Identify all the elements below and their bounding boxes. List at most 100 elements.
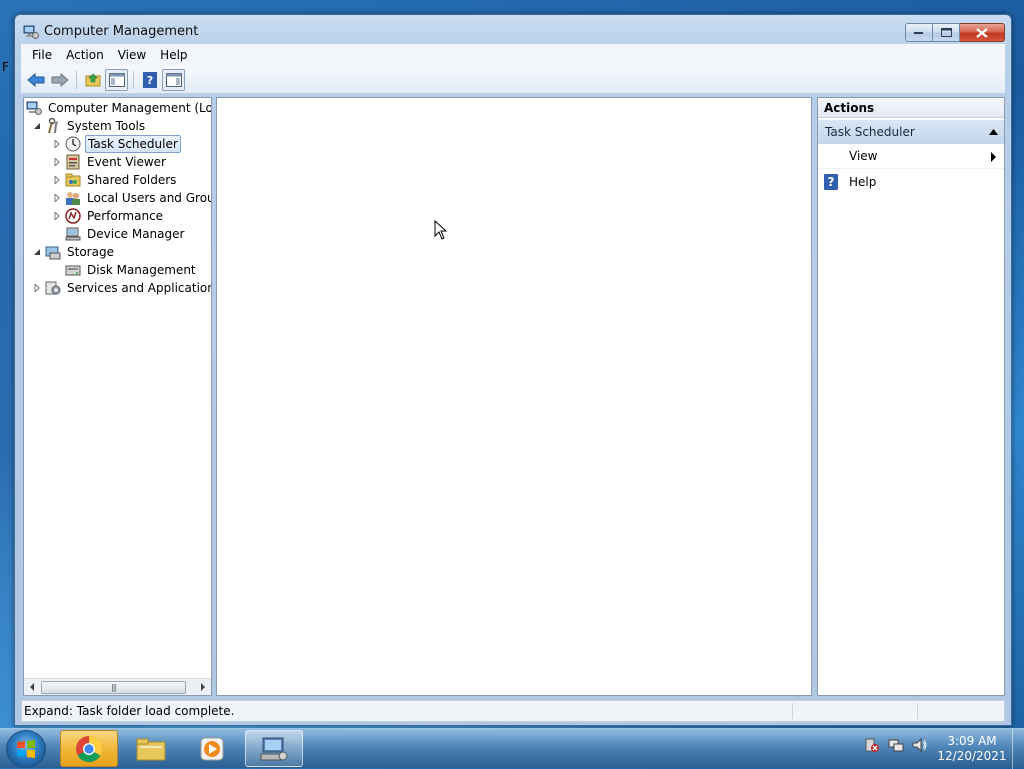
taskbar-clock[interactable]: 3:09 AM 12/20/2021 [936,734,1008,764]
minimize-icon [914,31,923,34]
taskbar-media-player[interactable] [183,730,241,767]
shared-folder-icon [65,172,81,188]
tree-label: Disk Management [87,263,196,277]
computer-management-window: Computer Management File Action View Hel… [14,14,1012,726]
tree-node-local-users[interactable]: Local Users and Groups [52,189,211,207]
status-divider [917,703,918,719]
taskbar-chrome[interactable] [60,730,118,767]
menu-bar: File Action View Help [21,44,1005,66]
maximize-icon [940,28,952,37]
menu-file[interactable]: File [25,48,59,62]
start-button[interactable] [6,730,46,768]
media-player-icon [200,737,224,760]
svg-text:?: ? [146,74,152,87]
submenu-arrow-icon [991,152,996,162]
tree-node-system-tools[interactable]: System Tools [32,117,147,135]
computer-management-icon [260,737,288,760]
minimize-button[interactable] [905,23,933,42]
scrollbar-thumb[interactable]: ||| [41,681,186,694]
expand-triangle-icon[interactable] [32,283,42,293]
toolbar: ? [21,66,1005,94]
tree-label: Shared Folders [87,173,177,187]
menu-view[interactable]: View [111,48,153,62]
status-bar: Expand: Task folder load complete. [21,700,1005,722]
action-label: View [849,149,878,163]
services-icon [45,280,61,296]
show-hide-action-pane-button[interactable] [162,68,185,91]
tree-node-computer-management[interactable]: Computer Management (Local [26,99,212,117]
expand-triangle-icon[interactable] [52,193,62,203]
clock-time: 3:09 AM [947,734,997,748]
collapse-triangle-icon[interactable] [32,121,42,131]
caption-buttons [905,23,1005,42]
close-button[interactable] [960,23,1005,42]
tree-label: System Tools [67,119,146,133]
tree-label: Device Manager [87,227,185,241]
tree-node-event-viewer[interactable]: Event Viewer [52,153,168,171]
help-button[interactable]: ? [138,69,161,91]
console-tree-icon [108,72,125,87]
maximize-button[interactable] [933,23,960,42]
tree-node-storage[interactable]: Storage [32,243,116,261]
action-label: Help [849,174,877,189]
status-text: Task folder load complete. [76,704,235,718]
toolbar-separator [76,70,77,89]
expand-triangle-icon[interactable] [52,211,62,221]
tree-node-shared-folders[interactable]: Shared Folders [52,171,178,189]
horizontal-scrollbar[interactable]: ||| [24,678,211,695]
collapse-triangle-icon[interactable] [32,247,42,257]
up-one-level-button[interactable] [81,69,104,91]
scroll-right-button[interactable] [195,679,211,695]
action-view[interactable]: View [818,144,1004,169]
actions-section-task-scheduler[interactable]: Task Scheduler [818,120,1004,144]
menu-help[interactable]: Help [153,48,194,62]
tree-node-disk-management[interactable]: Disk Management [65,261,198,279]
status-divider [792,703,793,719]
tree-label: Local Users and Groups [87,191,211,205]
performance-icon [65,208,81,224]
tree-node-task-scheduler[interactable]: Task Scheduler [52,135,181,153]
users-icon [65,190,81,206]
back-button[interactable] [24,69,47,91]
taskbar-computer-management[interactable] [245,730,303,767]
system-tray [864,737,936,753]
console-tree[interactable]: Computer Management (Local System Tools … [23,97,212,696]
disk-management-icon [65,262,81,278]
expand-triangle-icon[interactable] [52,175,62,185]
close-icon [976,27,988,38]
taskbar-explorer[interactable] [122,730,180,767]
status-prefix: Expand: [24,704,73,718]
clock-date: 12/20/2021 [937,749,1007,763]
show-hide-console-tree-button[interactable] [105,68,128,91]
expand-triangle-icon[interactable] [52,139,62,149]
clock-icon [65,136,81,152]
forward-button[interactable] [48,69,71,91]
computer-management-icon [26,100,42,116]
device-manager-icon [65,226,81,242]
actions-section-label: Task Scheduler [825,125,915,139]
tree-label: Storage [67,245,114,259]
actions-pane: Actions Task Scheduler View ? Help [817,97,1005,696]
tree-label: Computer Management (Local [48,101,212,115]
event-viewer-icon [65,154,81,170]
scroll-left-button[interactable] [24,679,40,695]
desktop-edge-text: F [2,60,9,74]
menu-action[interactable]: Action [59,48,111,62]
show-desktop-button[interactable] [1012,729,1024,769]
network-icon[interactable] [888,737,904,753]
expand-triangle-icon[interactable] [52,157,62,167]
forward-arrow-icon [51,72,69,87]
collapse-up-icon[interactable] [989,129,998,135]
mouse-cursor-icon [434,220,448,240]
result-pane[interactable] [216,97,812,696]
tree-node-device-manager[interactable]: Device Manager [65,225,186,243]
windows-logo-icon [17,740,35,758]
tree-node-performance[interactable]: Performance [52,207,165,225]
action-center-icon[interactable] [864,737,880,753]
tree-label: Services and Applications [67,281,212,295]
action-help[interactable]: ? Help [818,169,1004,194]
volume-icon[interactable] [912,737,928,753]
tree-label: Performance [87,209,164,223]
tree-node-services-applications[interactable]: Services and Applications [32,279,212,297]
back-arrow-icon [26,72,44,87]
